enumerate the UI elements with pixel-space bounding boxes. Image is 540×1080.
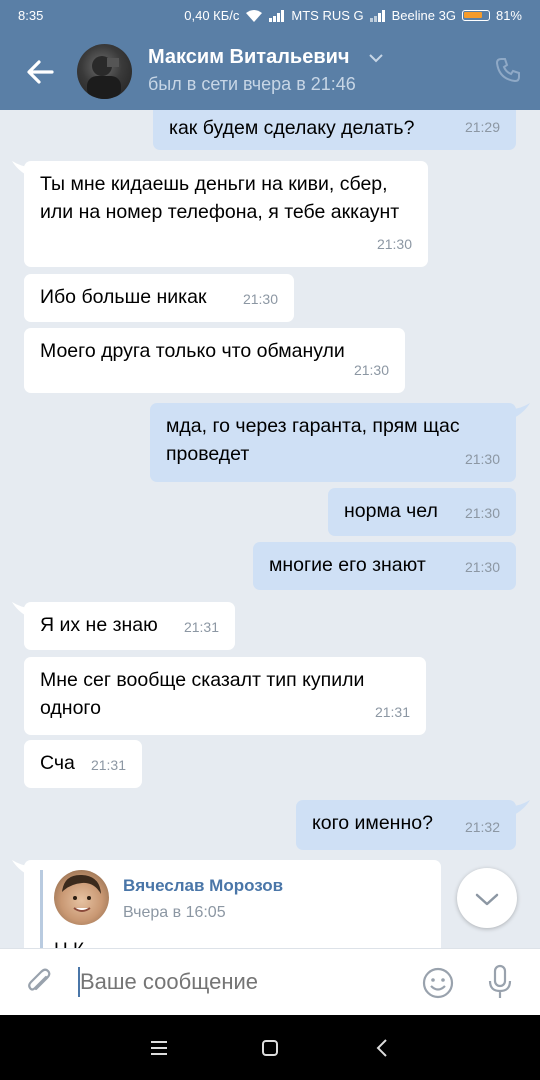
message-list[interactable]: как будем сделаку делать? 21:29 Ты мне к… [0,110,540,948]
incoming-message[interactable]: Мне сег вообще сказалт тип купили одного… [24,657,426,735]
outgoing-message[interactable]: многие его знают 21:30 [253,542,516,590]
menu-icon[interactable] [148,1037,170,1059]
outgoing-message[interactable]: норма чел 21:30 [328,488,516,536]
home-icon[interactable] [259,1037,281,1059]
compose-bar [0,948,540,1016]
message-time: 21:30 [242,291,278,307]
outgoing-message[interactable]: мда, го через гаранта, прям щас проведет… [150,403,516,482]
paperclip-icon[interactable] [22,966,54,998]
message-text: кого именно? [312,812,433,834]
battery-percent: 81% [495,8,522,23]
message-text: Сча [40,752,75,774]
last-seen-status: был в сети вчера в 21:46 [148,74,356,94]
back-icon[interactable] [372,1037,394,1059]
message-time: 21:30 [464,559,500,575]
message-time: 21:30 [464,505,500,521]
status-right: 0,40 КБ/с MTS RUS G Beeline 3G 81% [184,8,522,23]
back-arrow-icon[interactable] [24,56,56,88]
message-time: 21:30 [376,236,412,252]
microphone-icon[interactable] [485,964,515,1000]
contact-avatar[interactable] [77,44,132,99]
emoji-icon[interactable] [421,966,455,1000]
scroll-down-button[interactable] [457,868,517,928]
status-bar: 8:35 0,40 КБ/с MTS RUS G Beeline 3G 81% [0,0,540,34]
chat-header: Максим Витальевич был в сети вчера в 21:… [0,34,540,110]
message-time: 21:31 [90,757,126,773]
wifi-icon [246,9,263,22]
incoming-message[interactable]: Ибо больше никак 21:30 [24,274,294,322]
message-text: Ибо больше никак [40,286,207,308]
message-time: 21:31 [183,619,219,635]
incoming-message[interactable]: Ты мне кидаешь деньги на киви, сбер, или… [24,161,428,267]
forwarded-author-name[interactable]: Вячеслав Морозов [123,876,283,896]
signal-icon [269,9,285,22]
message-text: Мне сег вообще сказалт тип купили одного [40,669,365,719]
chevron-down-icon[interactable] [368,52,384,64]
battery-icon [461,10,490,21]
forwarded-time: Вчера в 16:05 [123,904,226,921]
carrier-1: MTS RUS G [291,8,364,23]
status-time: 8:35 [18,8,44,23]
outgoing-message[interactable]: как будем сделаку делать? 21:29 [153,110,516,150]
message-text: Я их не знаю [40,614,158,636]
message-text: многие его знают [269,554,426,576]
system-nav-bar [0,1015,540,1080]
forwarded-author-avatar[interactable] [54,870,109,925]
incoming-message[interactable]: Моего друга только что обманули 21:30 [24,328,405,393]
forward-quote-bar [40,870,43,948]
phone-call-icon[interactable] [494,56,522,84]
contact-name[interactable]: Максим Витальевич [148,46,350,69]
message-input[interactable] [80,969,400,995]
carrier-2: Beeline 3G [391,8,456,23]
incoming-message[interactable]: Я их не знаю 21:31 [24,602,235,650]
message-time: 21:32 [464,819,500,835]
incoming-message[interactable]: Сча 21:31 [24,740,142,788]
message-text: норма чел [344,500,438,522]
chevron-down-icon [475,893,499,906]
message-text: Ты мне кидаешь деньги на киви, сбер, или… [40,173,400,223]
outgoing-message[interactable]: кого именно? 21:32 [296,800,516,850]
message-text: мда, го через гаранта, прям щас проведет [166,415,460,465]
message-time: 21:30 [353,362,389,378]
message-time: 21:30 [464,451,500,467]
message-text: Моего друга только что обманули [40,340,345,362]
message-text: как будем сделаку делать? [169,117,415,139]
signal-icon [369,9,385,22]
message-time: 21:29 [464,119,500,135]
message-time: 21:31 [374,704,410,720]
forwarded-text: Н К [54,940,84,948]
network-speed: 0,40 КБ/с [184,8,240,23]
forwarded-message[interactable]: Вячеслав Морозов Вчера в 16:05 Н К [24,860,441,948]
